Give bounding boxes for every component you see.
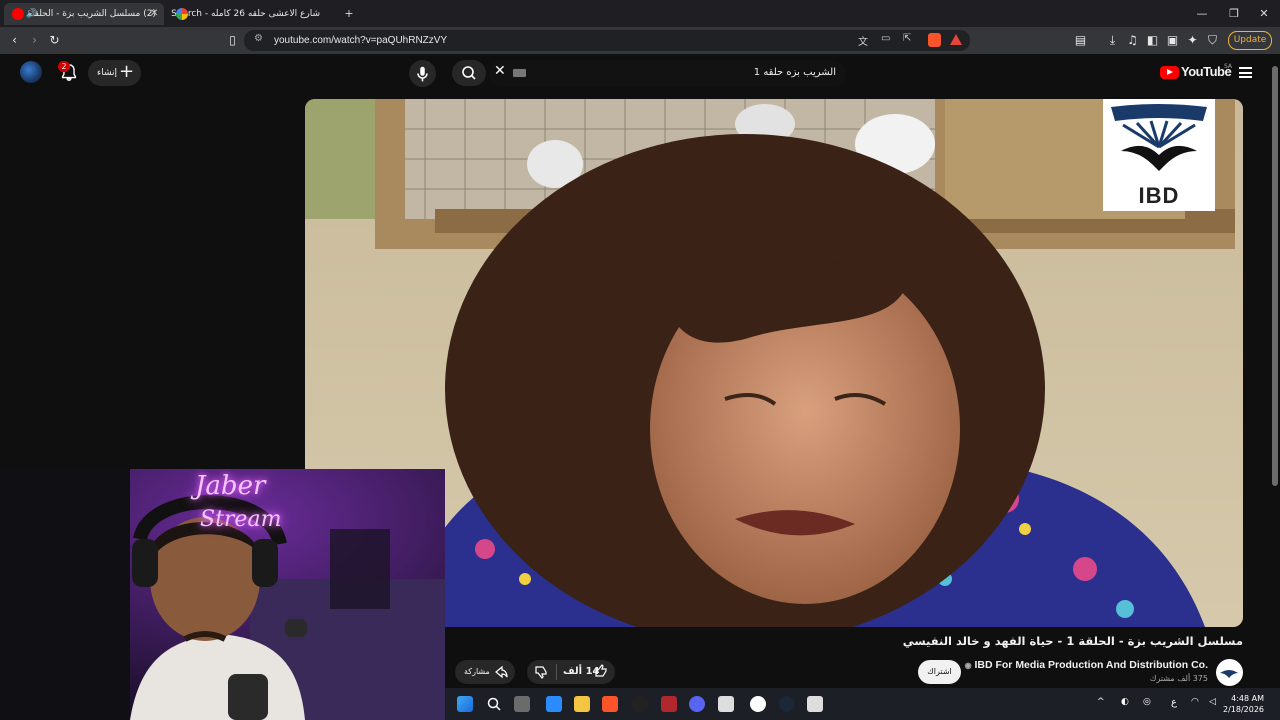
microphone-icon [417, 66, 428, 82]
tab-title: (2) مسلسل الشريب بزة - الحلقة [29, 9, 156, 19]
brave-icon[interactable] [602, 696, 618, 712]
input-language[interactable]: ع [1171, 697, 1177, 708]
neon-sign-line1: Jaber [195, 471, 266, 501]
tray-app-icon[interactable]: ◐ [1121, 697, 1129, 707]
edge-icon[interactable] [546, 696, 562, 712]
share-arrow-icon [495, 665, 508, 679]
update-button[interactable]: Update [1228, 31, 1272, 50]
back-icon[interactable]: ‹ [6, 32, 23, 49]
music-icon[interactable]: ♫ [1124, 32, 1141, 49]
share-label: مشاركة [464, 667, 490, 676]
channel-name-text: IBD For Media Production And Distributio… [974, 659, 1208, 671]
video-title: مسلسل الشريب بزة - الحلقة 1 - حياة الفهد… [902, 634, 1243, 648]
page-scrollbar[interactable] [1270, 54, 1280, 690]
channel-name[interactable]: ◉ IBD For Media Production And Distribut… [960, 659, 1208, 671]
taskbar-clock[interactable]: 4:48 AM 2/18/2026 [1223, 693, 1264, 715]
capcut-icon[interactable] [807, 696, 823, 712]
keyboard-icon[interactable] [513, 69, 526, 77]
country-code: SA [1224, 63, 1233, 70]
video-player[interactable]: IBD [305, 99, 1243, 627]
download-icon[interactable]: ⤓ [1104, 32, 1121, 49]
search-icon [462, 66, 476, 80]
share-page-icon[interactable]: ⇱ [903, 33, 911, 44]
browser-toolbar: ‹ › ↻ ▯ ⚙ youtube.com/watch?v=paQUhRNZzV… [0, 27, 1280, 54]
plus-icon: + [119, 61, 135, 82]
search-button[interactable] [452, 60, 486, 86]
ibd-watermark-logo: IBD [1103, 99, 1215, 211]
menu-icon[interactable] [1239, 67, 1252, 78]
like-icon[interactable] [593, 663, 609, 679]
tab-title: شارع الاعشى حلقه 26 كامله - Search [171, 9, 320, 19]
share-button[interactable]: مشاركة [455, 660, 515, 684]
address-bar[interactable]: ⚙ youtube.com/watch?v=paQUhRNZzVY 文 ▭ ⇱ [244, 30, 970, 51]
notification-badge: 2 [58, 61, 70, 72]
ibd-watermark-text: IBD [1138, 183, 1180, 208]
discord-icon[interactable] [689, 696, 705, 712]
neon-sign-line2: Stream [200, 507, 282, 532]
tab-youtube[interactable]: 🔊 (2) مسلسل الشريب بزة - الحلقة ✕ [4, 3, 164, 25]
tray-network-icon[interactable]: ◎ [1143, 697, 1151, 707]
clear-search-icon[interactable]: ✕ [494, 63, 506, 79]
cast-icon[interactable]: ▭ [881, 33, 890, 44]
minimize-button[interactable]: — [1186, 0, 1218, 27]
search-input[interactable]: ✕ الشريب بزه حلقه 1 [489, 60, 846, 86]
windows-start-icon[interactable] [457, 696, 473, 712]
subscribe-button[interactable]: اشتراك [918, 660, 961, 684]
scroll-thumb[interactable] [1272, 66, 1278, 486]
url-text: youtube.com/watch?v=paQUhRNZzVY [274, 35, 448, 46]
close-window-button[interactable]: ✕ [1248, 0, 1280, 27]
brave-shield-icon[interactable] [928, 33, 941, 47]
task-view-icon[interactable] [514, 696, 530, 712]
verified-icon: ◉ [964, 661, 972, 670]
obs-icon[interactable] [632, 696, 648, 712]
dislike-icon[interactable] [533, 664, 549, 680]
brave-rewards-icon[interactable] [950, 34, 962, 45]
bookmark-icon[interactable]: ▯ [224, 32, 241, 49]
wifi-icon[interactable]: ◠ [1191, 697, 1199, 707]
youtube-favicon-icon [12, 8, 24, 20]
clock-time: 4:48 AM [1231, 694, 1265, 703]
site-info-icon[interactable]: ⚙ [254, 33, 263, 44]
reload-icon[interactable]: ↻ [46, 32, 63, 49]
account-avatar[interactable] [20, 61, 42, 83]
search-query-text: الشريب بزه حلقه 1 [753, 67, 836, 78]
create-label: إنشاء [97, 68, 118, 78]
tray-chevron-icon[interactable]: ^ [1097, 697, 1105, 707]
forward-icon[interactable]: › [26, 32, 43, 49]
file-explorer-icon[interactable] [574, 696, 590, 712]
new-tab-button[interactable]: + [333, 0, 365, 27]
translate-icon[interactable]: 文 [858, 33, 868, 48]
vpn-shield-icon[interactable]: ⛉ [1204, 32, 1221, 49]
app-icon[interactable] [718, 696, 734, 712]
sidebar-icon[interactable]: ◧ [1144, 32, 1161, 49]
leo-ai-icon[interactable]: ✦ [1184, 32, 1201, 49]
speaker-icon[interactable]: 🔊 [26, 3, 37, 25]
like-dislike-pill: 14 ألف [527, 660, 615, 684]
subscriber-count: 375 ألف مشترك [1149, 674, 1208, 683]
windows-taskbar: ^ ◐ ◎ ع ◠ ◁ 4:48 AM 2/18/2026 [445, 688, 1280, 720]
media-player-icon[interactable] [750, 696, 766, 712]
tab-search[interactable]: شارع الاعشى حلقه 26 كامله - Search [168, 3, 328, 25]
google-favicon-icon [176, 8, 188, 20]
like-divider [556, 664, 557, 680]
eagle-logo-icon [1111, 104, 1207, 171]
channel-avatar[interactable] [1216, 659, 1243, 686]
tiktok-live-icon[interactable] [661, 696, 677, 712]
reader-icon[interactable]: ▤ [1072, 32, 1089, 49]
create-button[interactable]: إنشاء + [88, 60, 141, 86]
channel-eagle-icon [1220, 670, 1238, 678]
volume-icon[interactable]: ◁ [1209, 697, 1216, 707]
wallet-icon[interactable]: ▣ [1164, 32, 1181, 49]
youtube-play-logo-icon [1160, 66, 1179, 79]
clock-date: 2/18/2026 [1223, 705, 1265, 714]
steam-icon[interactable] [779, 696, 795, 712]
youtube-header: 2 إنشاء + ✕ الشريب بزه حلقه 1 YouTube SA [0, 54, 1270, 92]
browser-tab-strip: 🔊 (2) مسلسل الشريب بزة - الحلقة ✕ شارع ا… [0, 0, 1280, 27]
close-tab-icon[interactable]: ✕ [150, 3, 158, 25]
maximize-button[interactable]: ❐ [1218, 0, 1250, 27]
webcam-overlay: Jaber Stream [0, 469, 445, 720]
taskbar-search-icon[interactable] [486, 696, 502, 712]
voice-search-button[interactable] [409, 60, 436, 87]
